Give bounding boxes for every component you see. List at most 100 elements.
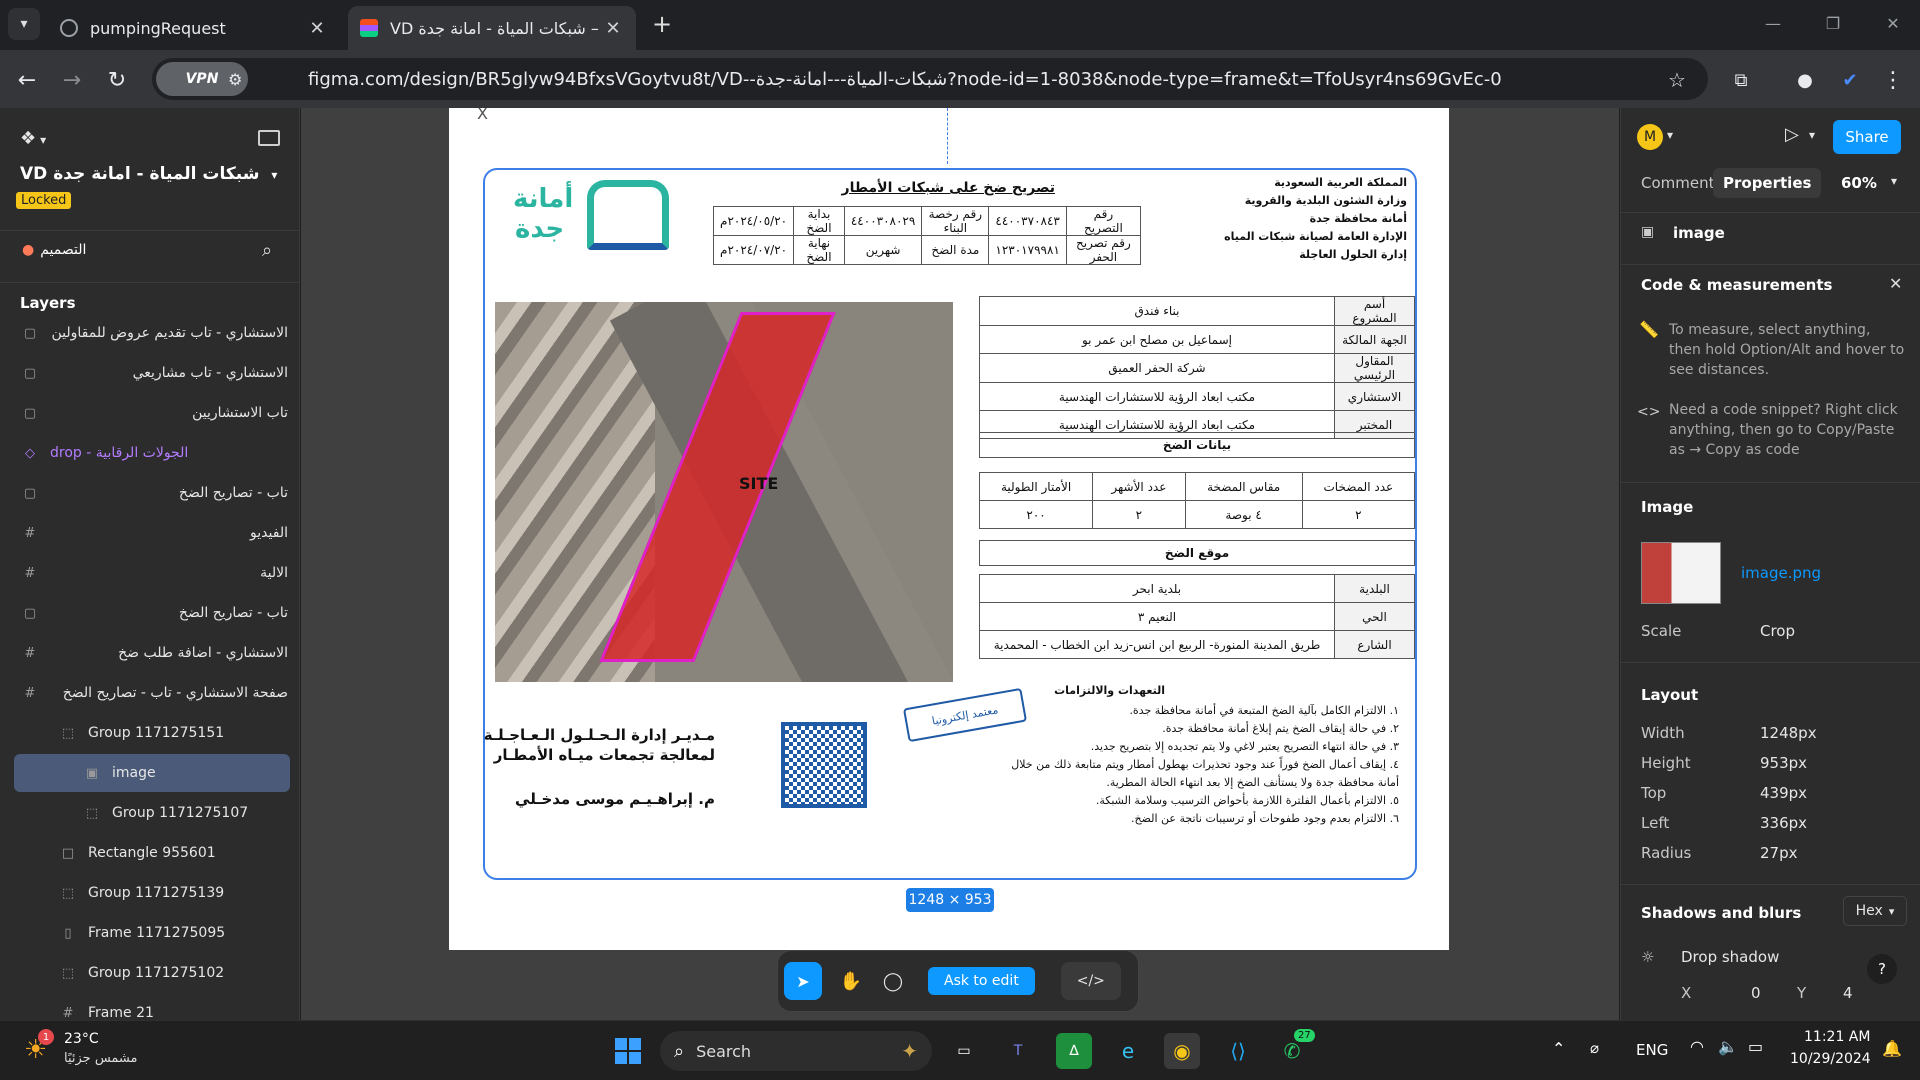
- url-text[interactable]: figma.com/design/BR5glyw94BfxsVGoytvu8t/…: [308, 69, 1502, 90]
- teams-icon[interactable]: T: [1000, 1033, 1036, 1069]
- tab-comments[interactable]: Comments: [1641, 174, 1722, 192]
- browser-menu-icon[interactable]: ⋮: [1876, 63, 1910, 97]
- layer-row[interactable]: ⬚ Group 1171275151: [0, 714, 300, 752]
- address-bar[interactable]: VPN ⚙ figma.com/design/BR5glyw94BfxsVGoy…: [152, 58, 1708, 100]
- layer-row[interactable]: □ Rectangle 955601: [0, 834, 300, 872]
- layer-row[interactable]: ▢ الاستشاري - تاب تقديم عروض للمقاولين: [0, 314, 300, 352]
- whatsapp-badge: 27: [1294, 1029, 1315, 1042]
- close-icon[interactable]: ✕: [1889, 274, 1902, 293]
- image-thumbnail[interactable]: [1641, 542, 1721, 604]
- forward-button[interactable]: →: [55, 63, 89, 97]
- zoom-level[interactable]: 60%: [1841, 174, 1877, 192]
- share-button[interactable]: Share: [1833, 120, 1901, 154]
- tab-pumping-request[interactable]: pumpingRequest ✕: [48, 6, 340, 50]
- commitment-item: ١. الالتزام الكامل بآلية الضخ المتبعة في…: [1129, 704, 1399, 717]
- minimize-button[interactable]: —: [1750, 8, 1796, 38]
- taskbar-search[interactable]: ⌕ Search ✦: [660, 1031, 932, 1071]
- layer-row[interactable]: # الالية: [0, 554, 300, 592]
- whatsapp-icon[interactable]: ✆ 27: [1274, 1029, 1315, 1069]
- layer-row[interactable]: ▢ الاستشاري - تاب مشاريعي: [0, 354, 300, 392]
- help-button[interactable]: ?: [1867, 954, 1897, 984]
- layout-value[interactable]: 1248px: [1760, 724, 1817, 742]
- extensions-icon[interactable]: ⧉: [1724, 63, 1758, 97]
- chrome-icon[interactable]: ◉: [1164, 1033, 1200, 1069]
- drop-shadow-label[interactable]: Drop shadow: [1681, 948, 1779, 966]
- layer-row[interactable]: ◇ drop - الجولات الرقابية: [0, 434, 300, 472]
- edge-icon[interactable]: e: [1110, 1033, 1146, 1069]
- layout-value[interactable]: 953px: [1760, 754, 1807, 772]
- hand-tool-icon[interactable]: ✋: [836, 971, 866, 992]
- task-view-icon[interactable]: ▭: [946, 1033, 982, 1069]
- layout-value[interactable]: 27px: [1760, 844, 1798, 862]
- windows-start-icon[interactable]: [610, 1033, 646, 1069]
- ask-to-edit-button[interactable]: Ask to edit: [928, 967, 1035, 995]
- site-settings-icon[interactable]: ⚙: [228, 70, 242, 89]
- app-icon-green[interactable]: ∆: [1056, 1033, 1092, 1069]
- layout-value[interactable]: 336px: [1760, 814, 1807, 832]
- back-button[interactable]: ←: [10, 63, 44, 97]
- close-tab-icon[interactable]: ✕: [602, 18, 624, 39]
- present-play-icon[interactable]: ▷: [1785, 124, 1799, 145]
- page-selector[interactable]: ● التصميم: [22, 242, 86, 258]
- reload-button[interactable]: ↻: [100, 63, 134, 97]
- battery-icon[interactable]: ▭: [1748, 1037, 1763, 1056]
- tab-search-button[interactable]: ▾: [8, 8, 40, 40]
- move-tool-button[interactable]: ➤: [784, 962, 822, 1000]
- comment-tool-icon[interactable]: ◯: [878, 971, 908, 992]
- layer-row[interactable]: ⬚ Group 1171275139: [0, 874, 300, 912]
- tab-properties[interactable]: Properties: [1713, 168, 1822, 198]
- chevron-down-icon[interactable]: ▾: [1809, 128, 1815, 142]
- user-avatar[interactable]: M: [1637, 124, 1663, 150]
- clock-date[interactable]: 10/29/2024: [1790, 1051, 1871, 1067]
- language-indicator[interactable]: ENG: [1636, 1041, 1668, 1059]
- layer-row[interactable]: # الفيديو: [0, 514, 300, 552]
- table-cell: رقم تصريح الحفر: [1065, 235, 1142, 265]
- profile-icon[interactable]: ●: [1788, 63, 1822, 97]
- shield-check-icon[interactable]: ✔: [1833, 63, 1867, 97]
- new-tab-button[interactable]: +: [646, 8, 678, 40]
- layer-row[interactable]: ▯ Frame 1171275095: [0, 914, 300, 952]
- dev-mode-icon[interactable]: </>: [1060, 962, 1121, 1000]
- volume-icon[interactable]: 🔈: [1718, 1037, 1738, 1056]
- notification-bell-icon[interactable]: 🔔: [1882, 1039, 1902, 1058]
- close-tab-icon[interactable]: ✕: [306, 18, 328, 39]
- table-cell: الشارع: [1334, 630, 1415, 659]
- image-file-link[interactable]: image.png: [1741, 564, 1821, 582]
- chevron-down-icon[interactable]: ▾: [1667, 128, 1673, 142]
- toggle-sidebar-icon[interactable]: [258, 130, 280, 146]
- layer-row[interactable]: ▣ image: [14, 754, 290, 792]
- table-cell: ٤ بوصة: [1184, 500, 1303, 529]
- layer-row[interactable]: ▢ تاب - تصاريح الضخ: [0, 474, 300, 512]
- maximize-button[interactable]: ❐: [1810, 8, 1856, 38]
- camera-off-icon[interactable]: ⌀: [1590, 1039, 1599, 1057]
- locked-badge: Locked: [16, 192, 72, 209]
- show-hidden-icons[interactable]: ⌃: [1552, 1039, 1565, 1058]
- scale-value[interactable]: Crop: [1760, 622, 1795, 640]
- search-icon[interactable]: ⌕: [262, 240, 272, 261]
- figma-canvas[interactable]: X أمانة جدة تصريح ضخ على شبكات الأمطار ا…: [301, 108, 1619, 1020]
- weather-widget[interactable]: ☀ 1 23°C مشمس جزئيًا: [24, 1029, 164, 1073]
- wifi-icon[interactable]: ◠: [1690, 1037, 1704, 1056]
- layer-row[interactable]: ⬚ Group 1171275102: [0, 954, 300, 992]
- color-format-select[interactable]: Hex ▾: [1843, 896, 1907, 926]
- clock-time[interactable]: 11:21 AM: [1804, 1029, 1870, 1045]
- table-row: الحي النعيم ٣: [979, 602, 1415, 631]
- layer-row[interactable]: # Frame 21: [0, 994, 300, 1020]
- layer-row[interactable]: # صفحة الاستشاري - تاب - تصاريح الضخ: [0, 674, 300, 712]
- layout-value[interactable]: 439px: [1760, 784, 1807, 802]
- vscode-icon[interactable]: ⟨⟩: [1220, 1033, 1256, 1069]
- layer-row[interactable]: # الاستشاري - اضافة طلب ضخ: [0, 634, 300, 672]
- layout-key: Width: [1641, 724, 1685, 742]
- shadow-y-value[interactable]: 4: [1843, 984, 1853, 1002]
- figma-main-menu[interactable]: ❖ ▾: [20, 128, 46, 149]
- permit-document-image[interactable]: أمانة جدة تصريح ضخ على شبكات الأمطار الم…: [483, 168, 1417, 880]
- bookmark-star-icon[interactable]: ☆: [1660, 63, 1694, 97]
- shadow-x-value[interactable]: 0: [1751, 984, 1761, 1002]
- file-title[interactable]: VD شبكات المياة - امانة جدة ▾: [20, 164, 277, 184]
- layer-row[interactable]: ⬚ Group 1171275107: [0, 794, 300, 832]
- tab-figma-active[interactable]: VD شبكات المياة - امانة جدة – Fig ✕: [348, 6, 636, 50]
- layer-row[interactable]: ▢ تاب الاستشاريين: [0, 394, 300, 432]
- close-window-button[interactable]: ✕: [1870, 8, 1916, 38]
- layer-row[interactable]: ▢ تاب - تصاريح الضخ: [0, 594, 300, 632]
- chevron-down-icon[interactable]: ▾: [1891, 174, 1897, 188]
